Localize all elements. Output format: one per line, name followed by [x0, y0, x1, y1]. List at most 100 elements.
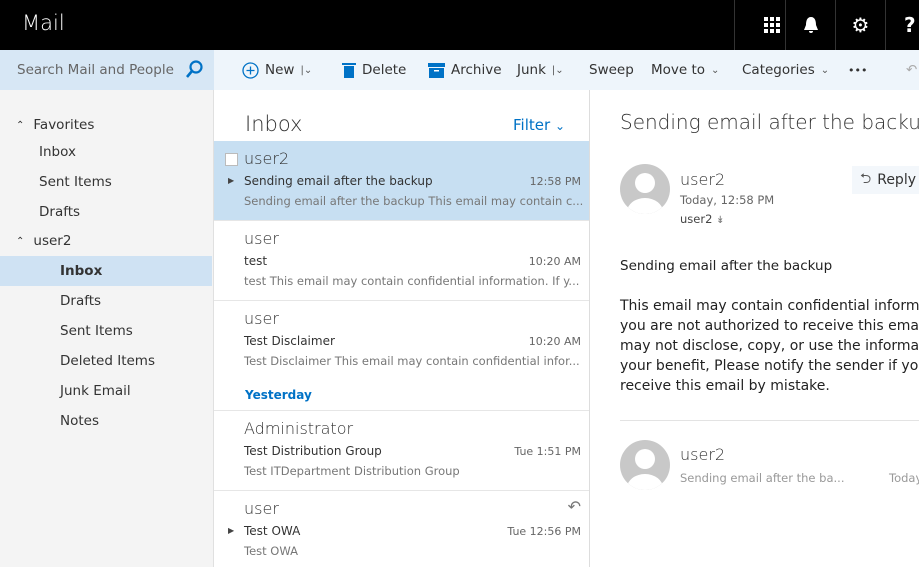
body-line: This email may contain confidential info…: [620, 298, 919, 314]
thread-preview[interactable]: Sending email after the ba...: [680, 471, 844, 485]
sidebar-item-sent[interactable]: Sent Items: [0, 316, 212, 346]
message-body: This email may contain confidential info…: [620, 296, 919, 396]
search-placeholder: Search Mail and People: [17, 62, 174, 78]
sender-name[interactable]: user2: [680, 170, 725, 189]
sender: user: [244, 309, 279, 328]
categories-label: Categories: [742, 62, 815, 78]
sidebar-item-fav-sent[interactable]: Sent Items: [0, 167, 212, 197]
group-header-yesterday: Yesterday: [245, 388, 312, 402]
sweep-label: Sweep: [589, 62, 634, 78]
sender: Administrator: [244, 419, 354, 438]
expand-icon[interactable]: ▶: [228, 176, 234, 185]
categories-button[interactable]: Categories ⌄: [742, 50, 829, 90]
chevron-up-icon: ⌃: [16, 119, 25, 131]
time: Tue 1:51 PM: [514, 445, 581, 458]
sender: user: [244, 229, 279, 248]
bell-icon: [803, 17, 818, 33]
message-subject: Sending email after the backup: [620, 110, 919, 134]
more-button[interactable]: •••: [848, 50, 867, 90]
sidebar-item-drafts[interactable]: Drafts: [0, 286, 212, 316]
favorites-header[interactable]: ⌃ Favorites: [0, 110, 212, 140]
sidebar-item-inbox[interactable]: Inbox: [0, 256, 212, 286]
thread-time: Today: [889, 471, 919, 485]
time: Tue 12:56 PM: [507, 525, 581, 538]
delete-label: Delete: [362, 62, 407, 78]
junk-button[interactable]: Junk |⌄: [517, 50, 564, 90]
sender: user2: [244, 149, 290, 168]
reply-button[interactable]: ⮌ Reply: [852, 166, 919, 194]
preview: Test ITDepartment Distribution Group: [244, 464, 460, 478]
list-item[interactable]: user ↶ ▶ Test OWA Tue 12:56 PM Test OWA: [214, 491, 589, 571]
body-line: you are not authorized to receive this e…: [620, 318, 919, 334]
time: 10:20 AM: [528, 255, 581, 268]
reply-icon: ⮌: [860, 171, 872, 187]
new-button[interactable]: New |⌄: [242, 50, 312, 90]
sidebar-item-fav-inbox[interactable]: Inbox: [0, 137, 212, 167]
search-input[interactable]: Search Mail and People: [0, 50, 214, 90]
more-icon: •••: [848, 63, 868, 77]
subject: Test OWA: [244, 524, 301, 538]
help-button[interactable]: ?: [885, 0, 919, 50]
sidebar-item-deleted[interactable]: Deleted Items: [0, 346, 212, 376]
chevron-down-icon: ⌄: [554, 119, 565, 133]
archive-icon: [428, 62, 445, 78]
sidebar-item-notes[interactable]: Notes: [0, 406, 212, 436]
delete-button[interactable]: Delete: [342, 50, 406, 90]
move-to-button[interactable]: Move to ⌄: [651, 50, 719, 90]
app-title: Mail: [22, 11, 65, 35]
move-to-label: Move to: [651, 62, 706, 78]
time: 12:58 PM: [529, 175, 581, 188]
expand-recipients-icon: ↡: [716, 215, 725, 226]
junk-label: Junk: [517, 62, 546, 78]
chevron-down-icon[interactable]: |⌄: [552, 65, 564, 76]
thread-sender[interactable]: user2: [680, 445, 725, 464]
recipient: user2: [680, 212, 713, 226]
expand-icon[interactable]: ▶: [228, 526, 234, 535]
sweep-button[interactable]: Sweep: [589, 50, 634, 90]
preview: Sending email after the backup This emai…: [244, 194, 584, 208]
list-item[interactable]: user Test Disclaimer 10:20 AM Test Discl…: [214, 301, 589, 381]
avatar: [620, 164, 670, 214]
trash-icon: [342, 63, 356, 78]
sender: user: [244, 499, 279, 518]
undo-icon: ↶: [906, 62, 918, 78]
account-header[interactable]: ⌃ user2: [0, 226, 212, 256]
filter-button[interactable]: Filter ⌄: [513, 116, 565, 134]
archive-button[interactable]: Archive: [428, 50, 502, 90]
favorites-label: Favorites: [33, 117, 95, 133]
select-checkbox[interactable]: [225, 153, 238, 166]
archive-label: Archive: [451, 62, 502, 78]
new-label: New: [265, 62, 295, 78]
preview: test This email may contain confidential…: [244, 274, 580, 288]
preview: Test OWA: [244, 544, 298, 558]
body-title: Sending email after the backup: [620, 258, 833, 274]
filter-label: Filter: [513, 116, 551, 134]
account-label: user2: [33, 233, 72, 249]
subject: Test Disclaimer: [244, 334, 335, 348]
notifications-button[interactable]: [785, 0, 835, 50]
subject: Test Distribution Group: [244, 444, 382, 458]
sidebar-item-junk[interactable]: Junk Email: [0, 376, 212, 406]
chevron-down-icon: ⌄: [711, 64, 720, 76]
search-icon[interactable]: [184, 59, 204, 79]
plus-circle-icon: [242, 61, 259, 79]
preview: Test Disclaimer This email may contain c…: [244, 354, 580, 368]
reply-label: Reply: [877, 172, 916, 188]
list-title: Inbox: [245, 112, 303, 136]
list-item[interactable]: user2 ▶ Sending email after the backup 1…: [214, 141, 589, 221]
chevron-down-icon: ⌄: [820, 64, 830, 76]
subject: Sending email after the backup: [244, 174, 433, 188]
top-bar: Mail ⚙ ?: [0, 0, 919, 50]
gear-icon: ⚙: [851, 13, 870, 37]
reading-pane: Sending email after the backup user2 Tod…: [591, 90, 919, 567]
list-item[interactable]: user test 10:20 AM test This email may c…: [214, 221, 589, 301]
replied-icon: ↶: [567, 497, 581, 516]
sidebar-item-fav-drafts[interactable]: Drafts: [0, 197, 212, 227]
settings-button[interactable]: ⚙: [835, 0, 885, 50]
app-launcher-icon: [763, 17, 780, 33]
undo-button[interactable]: ↶: [906, 50, 917, 90]
list-item[interactable]: Administrator Test Distribution Group Tu…: [214, 411, 589, 491]
time: 10:20 AM: [528, 335, 581, 348]
recipients[interactable]: user2 ↡: [680, 212, 724, 226]
chevron-down-icon[interactable]: |⌄: [300, 65, 312, 76]
